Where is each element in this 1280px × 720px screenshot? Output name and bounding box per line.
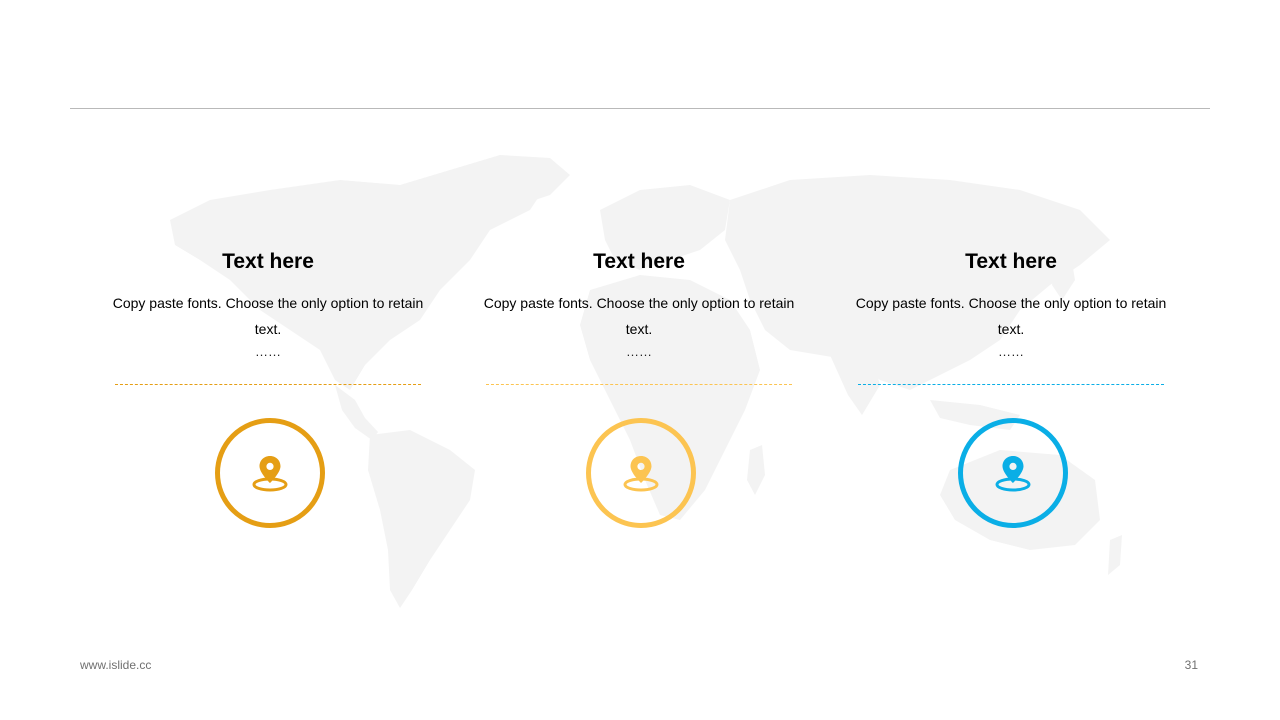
card-ellipsis: ……	[255, 344, 281, 359]
dashed-divider	[858, 384, 1164, 385]
location-pin-icon	[995, 456, 1031, 492]
card-description: Copy paste fonts. Choose the only option…	[855, 295, 1167, 337]
card-description: Copy paste fonts. Choose the only option…	[483, 295, 795, 337]
top-divider	[70, 108, 1210, 109]
icon-circle	[215, 418, 325, 528]
dashed-divider	[115, 384, 421, 385]
location-pin-icon	[252, 456, 288, 492]
page-number: 31	[1184, 658, 1198, 672]
dashed-divider	[486, 384, 792, 385]
icon-circle	[586, 418, 696, 528]
card-ellipsis: ……	[626, 344, 652, 359]
feature-card-1: Text here Copy paste fonts. Choose the o…	[103, 248, 433, 538]
icon-circle	[958, 418, 1068, 528]
card-title: Text here	[593, 250, 685, 273]
card-title: Text here	[222, 250, 314, 273]
footer-website: www.islide.cc	[80, 658, 152, 672]
feature-card-3: Text here Copy paste fonts. Choose the o…	[846, 248, 1176, 538]
card-title: Text here	[965, 250, 1057, 273]
card-ellipsis: ……	[998, 344, 1024, 359]
card-description: Copy paste fonts. Choose the only option…	[112, 295, 424, 337]
feature-card-2: Text here Copy paste fonts. Choose the o…	[474, 248, 804, 538]
location-pin-icon	[623, 456, 659, 492]
